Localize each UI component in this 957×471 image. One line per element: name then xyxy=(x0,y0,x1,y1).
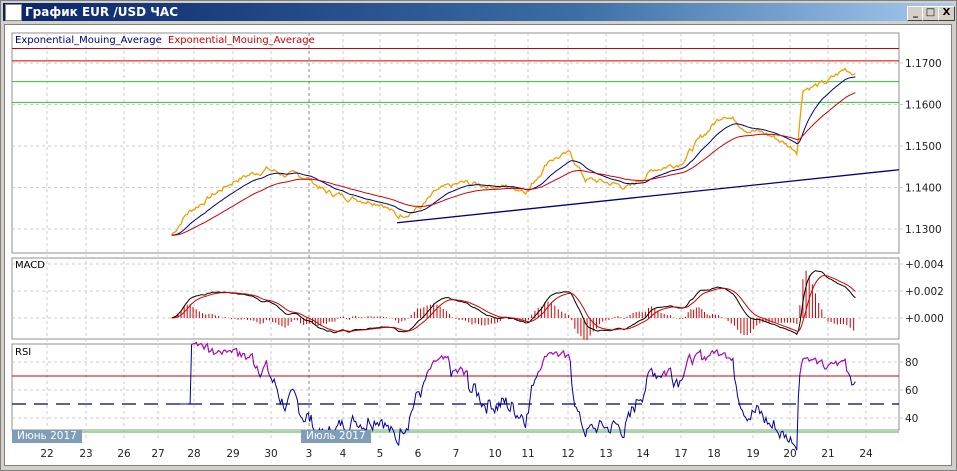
x-tick-label: 14 xyxy=(636,448,650,460)
legend-ema-fast: Exponential_Mouing_Average xyxy=(15,35,162,46)
x-tick-label: 28 xyxy=(187,448,200,460)
x-tick-label: 27 xyxy=(151,448,164,460)
x-tick-label: 4 xyxy=(340,448,347,460)
month-label-june: Июнь 2017 xyxy=(12,430,82,443)
x-tick-label: 18 xyxy=(707,448,720,460)
month-label-july: Июль 2017 xyxy=(301,430,371,443)
x-tick-label: 17 xyxy=(674,448,687,460)
x-tick-label: 6 xyxy=(415,448,422,460)
x-tick-label: 12 xyxy=(561,448,574,460)
rsi-overbought-segment xyxy=(662,367,671,378)
rsi-tick-label: 80 xyxy=(905,357,918,369)
rsi-overbought-segment xyxy=(799,356,849,375)
x-tick-label: 13 xyxy=(599,448,612,460)
x-tick-label: 24 xyxy=(859,448,873,460)
rsi-tick-label: 40 xyxy=(905,413,918,425)
x-tick-label: 23 xyxy=(79,448,92,460)
x-tick-label: 5 xyxy=(377,448,384,460)
price-tick-label: 1.1500 xyxy=(905,141,942,153)
x-tick-label: 30 xyxy=(264,448,277,460)
macd-tick-label: +0.000 xyxy=(905,313,944,325)
x-tick-label: 19 xyxy=(746,448,759,460)
x-tick-label: 22 xyxy=(40,448,53,460)
x-tick-label: 26 xyxy=(117,448,131,460)
price-tick-label: 1.1700 xyxy=(905,58,942,70)
rsi-overbought-segment xyxy=(261,360,270,376)
x-tick-label: 29 xyxy=(226,448,239,460)
x-tick-label: 20 xyxy=(783,448,796,460)
x-tick-label: 10 xyxy=(488,448,501,460)
x-tick-label: 11 xyxy=(521,448,534,460)
rsi-tick-label: 60 xyxy=(905,385,918,397)
x-tick-label: 21 xyxy=(821,448,834,460)
macd-tick-label: +0.004 xyxy=(905,259,944,271)
macd-tick-label: +0.002 xyxy=(905,286,944,298)
x-tick-label: 3 xyxy=(306,448,313,460)
rsi-overbought-segment xyxy=(452,366,468,377)
rsi-label: RSI xyxy=(15,347,31,358)
x-tick-label: 7 xyxy=(453,448,460,460)
price-tick-label: 1.1600 xyxy=(905,100,942,112)
macd-label: MACD xyxy=(15,260,45,271)
rsi-overbought-segment xyxy=(191,341,259,373)
rsi-overbought-segment xyxy=(648,368,652,373)
legend-ema-slow: Exponential_Mouing_Average xyxy=(168,35,315,46)
chart-canvas[interactable]: Exponential_Mouing_Average Exponential_M… xyxy=(0,0,957,471)
price-tick-label: 1.1300 xyxy=(905,224,942,236)
price-tick-label: 1.1400 xyxy=(905,183,942,195)
trend-line xyxy=(397,169,900,224)
rsi-overbought-segment xyxy=(426,354,450,373)
rsi-overbought-segment xyxy=(537,349,571,373)
